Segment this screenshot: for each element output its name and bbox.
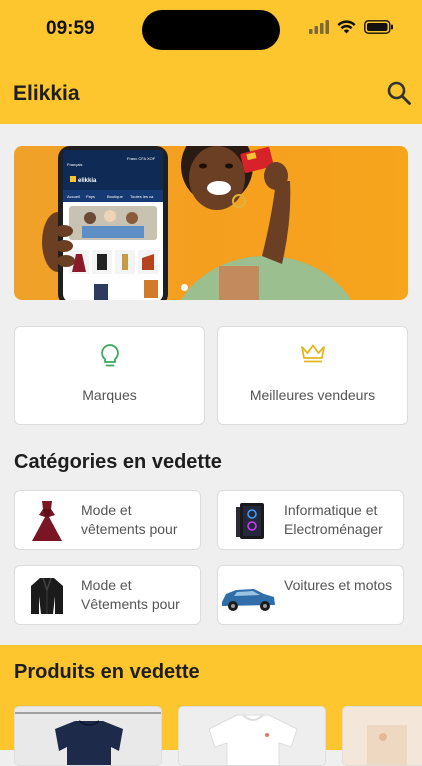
banner-illustration: Français Franc CFA XOF elikkia Accueil P… <box>42 146 351 300</box>
featured-products-title: Produits en vedette <box>14 661 200 683</box>
app-bar: Elikkia <box>0 62 422 124</box>
best-sellers-card[interactable]: Meilleures vendeurs <box>217 326 408 425</box>
category-label: Voitures et motos <box>284 577 393 593</box>
brands-label: Marques <box>82 387 137 403</box>
svg-text:Accueil: Accueil <box>67 194 80 199</box>
decor-image <box>343 707 422 765</box>
product-card[interactable] <box>178 706 326 766</box>
svg-text:Boutique: Boutique <box>107 194 124 199</box>
category-label: Informatique et Electroménager <box>284 502 383 537</box>
featured-categories-title: Catégories en vedette <box>14 451 222 473</box>
computer-tower-image <box>236 503 264 539</box>
car-image <box>222 589 275 611</box>
wifi-icon <box>337 20 356 34</box>
phone-currency-text: Franc CFA XOF <box>127 156 156 161</box>
battery-icon <box>364 20 393 34</box>
svg-text:Pays: Pays <box>86 194 95 199</box>
category-computing-appliances[interactable]: Informatique et Electroménager <box>217 490 404 550</box>
status-time: 09:59 <box>46 18 95 39</box>
lightbulb-icon <box>100 344 119 367</box>
product-card[interactable] <box>14 706 162 766</box>
category-fashion-women[interactable]: Mode et vêtements pour <box>14 490 201 550</box>
search-icon[interactable] <box>386 80 412 106</box>
promo-banner-carousel[interactable]: Français Franc CFA XOF elikkia Accueil P… <box>14 146 408 300</box>
carousel-dot-active <box>181 284 188 291</box>
dynamic-island <box>142 10 280 50</box>
product-card[interactable] <box>342 706 422 766</box>
category-cars-motorbikes[interactable]: Voitures et motos <box>217 565 404 625</box>
signal-icon <box>309 20 329 34</box>
category-label: Mode et Vêtements pour <box>81 577 180 612</box>
app-title: Elikkia <box>13 82 80 105</box>
status-icons <box>309 20 394 34</box>
white-tshirt-image <box>179 707 325 765</box>
category-label: Mode et vêtements pour <box>81 502 178 537</box>
best-sellers-label: Meilleures vendeurs <box>249 387 376 403</box>
status-bar: 09:59 <box>0 0 422 62</box>
crown-icon <box>300 344 325 363</box>
carousel-indicator <box>181 284 188 291</box>
dress-image <box>32 501 62 541</box>
svg-text:Français: Français <box>67 162 82 167</box>
category-fashion-men[interactable]: Mode et Vêtements pour <box>14 565 201 625</box>
svg-text:Toutes les ca: Toutes les ca <box>130 194 154 199</box>
leather-jacket-image <box>31 577 63 614</box>
brands-card[interactable]: Marques <box>14 326 205 425</box>
navy-tshirt-image <box>15 707 161 765</box>
phone-logo-text: elikkia <box>78 178 97 184</box>
